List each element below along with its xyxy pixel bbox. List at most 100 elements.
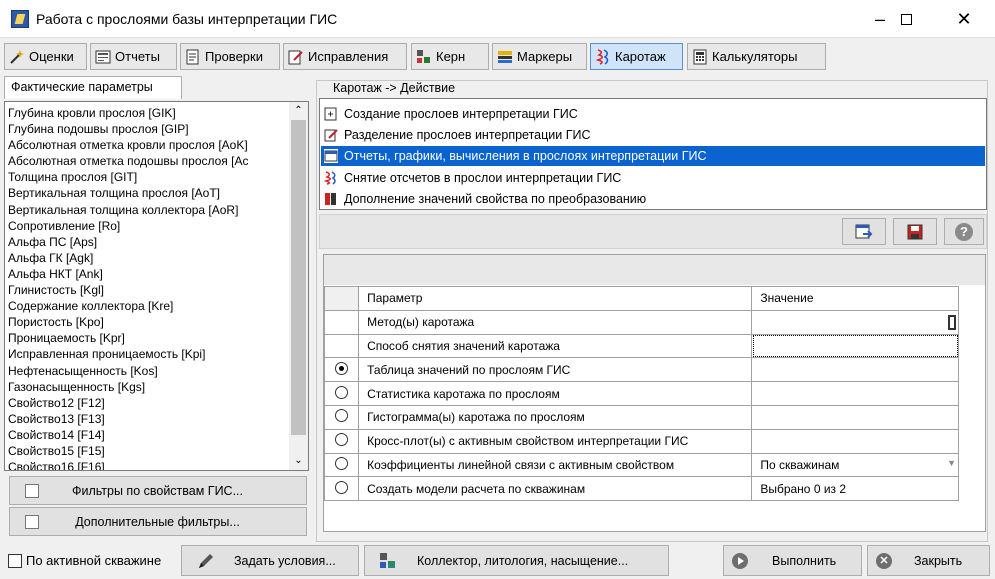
action-item[interactable]: Снятие отсчетов в прослои интерпретации … bbox=[321, 168, 985, 188]
tab-otchety[interactable]: Отчеты bbox=[90, 43, 177, 70]
export-icon bbox=[855, 224, 873, 238]
list-item[interactable]: Абсолютная отметка кровли прослоя [AoK] bbox=[8, 137, 248, 153]
actions-listbox[interactable]: Создание прослоев интерпретации ГИС Разде… bbox=[319, 98, 987, 210]
value-cell[interactable] bbox=[751, 381, 959, 406]
extra-filters-button[interactable]: Дополнительные фильтры... bbox=[9, 507, 307, 536]
row-selector[interactable] bbox=[323, 476, 360, 502]
action-item[interactable]: Создание прослоев интерпретации ГИС bbox=[321, 104, 985, 124]
list-item[interactable]: Глинистость [Kgl] bbox=[8, 282, 248, 298]
row-selector[interactable] bbox=[323, 452, 360, 478]
tab-actual-params[interactable]: Фактические параметры bbox=[4, 76, 182, 99]
tab-markery[interactable]: Маркеры bbox=[492, 43, 587, 70]
active-well-checkbox[interactable]: По активной скважине bbox=[8, 553, 161, 568]
value-cell[interactable] bbox=[751, 309, 959, 335]
action-item[interactable]: Дополнение значений свойства по преобраз… bbox=[321, 189, 985, 209]
param-cell: Статистика каротажа по прослоям bbox=[358, 381, 753, 406]
tab-kern[interactable]: Керн bbox=[411, 43, 489, 70]
tab-karotazh[interactable]: Каротаж bbox=[590, 43, 683, 70]
list-item[interactable]: Нефтенасыщенность [Kos] bbox=[8, 363, 248, 379]
row-selector[interactable] bbox=[323, 404, 360, 430]
help-button[interactable]: ? bbox=[944, 218, 984, 245]
tab-proverki[interactable]: Проверки bbox=[180, 43, 280, 70]
cancel-icon: ✕ bbox=[876, 552, 892, 569]
list-item[interactable]: Свойство15 [F15] bbox=[8, 443, 248, 459]
table-row[interactable]: Гистограмма(ы) каротажа по прослоям bbox=[323, 404, 959, 430]
row-selector bbox=[323, 309, 360, 335]
row-selector[interactable] bbox=[323, 381, 360, 406]
radio-button[interactable] bbox=[335, 385, 349, 399]
list-item[interactable]: Свойство14 [F14] bbox=[8, 427, 248, 443]
params-table: Параметр Значение Метод(ы) каротажа Спосо… bbox=[323, 286, 959, 502]
list-item[interactable]: Толщина прослоя [GIT] bbox=[8, 169, 248, 185]
markers-icon bbox=[497, 49, 513, 65]
collector-button[interactable]: Коллектор, литология, насыщение... bbox=[364, 545, 669, 576]
table-row[interactable]: Кросс-плот(ы) с активным свойством интер… bbox=[323, 428, 959, 454]
action-item[interactable]: Отчеты, графики, вычисления в прослоях и… bbox=[321, 146, 985, 167]
maximize-button[interactable] bbox=[883, 0, 929, 38]
radio-button[interactable] bbox=[335, 480, 349, 494]
value-cell[interactable] bbox=[751, 357, 959, 383]
value-cell[interactable]: Выбрано 0 из 2 bbox=[751, 476, 959, 502]
row-selector[interactable] bbox=[323, 428, 360, 454]
close-window-button[interactable]: ✕ bbox=[941, 0, 987, 38]
scroll-up-icon[interactable]: ⌃ bbox=[289, 102, 308, 119]
tab-ispravleniya[interactable]: Исправления bbox=[283, 43, 407, 70]
ellipsis-button-icon[interactable] bbox=[948, 314, 956, 330]
header-corner bbox=[323, 286, 360, 311]
list-item[interactable]: Пористость [Kpo] bbox=[8, 314, 248, 330]
radio-button[interactable] bbox=[335, 456, 349, 470]
dropdown-arrow-icon[interactable]: ▼ bbox=[947, 458, 956, 468]
value-cell[interactable]: По скважинам ▼ bbox=[751, 452, 959, 478]
logging-curve-icon bbox=[323, 170, 338, 185]
table-row[interactable]: Статистика каротажа по прослоям bbox=[323, 381, 959, 406]
save-button[interactable] bbox=[893, 218, 937, 245]
params-listbox[interactable]: Глубина кровли прослоя [GIK] Глубина подо… bbox=[4, 101, 309, 471]
scroll-down-icon[interactable]: ⌄ bbox=[289, 452, 308, 469]
action-group-caption: Каротаж -> Действие bbox=[330, 81, 459, 95]
list-item[interactable]: Свойство13 [F13] bbox=[8, 411, 248, 427]
value-cell[interactable] bbox=[751, 428, 959, 454]
list-item[interactable]: Газонасыщенность [Kgs] bbox=[8, 379, 248, 395]
radio-button[interactable] bbox=[335, 409, 349, 423]
list-item[interactable]: Вертикальная толщина коллектора [AoR] bbox=[8, 202, 248, 218]
list-item[interactable]: Исправленная проницаемость [Kpi] bbox=[8, 346, 248, 362]
radio-button[interactable] bbox=[335, 361, 349, 375]
export-button[interactable] bbox=[842, 218, 886, 245]
close-button[interactable]: ✕ Закрыть bbox=[867, 545, 990, 576]
set-conditions-button[interactable]: Задать условия... bbox=[181, 545, 359, 576]
param-cell: Таблица значений по прослоям ГИС bbox=[358, 357, 753, 383]
list-item[interactable]: Альфа НКТ [Ank] bbox=[8, 266, 248, 282]
value-cell[interactable] bbox=[751, 333, 959, 359]
list-item[interactable]: Свойство16 [F16] bbox=[8, 459, 248, 470]
list-item[interactable]: Альфа ГК [Agk] bbox=[8, 250, 248, 266]
table-row[interactable]: Таблица значений по прослоям ГИС bbox=[323, 357, 959, 383]
tab-kalkulyatory[interactable]: Калькуляторы bbox=[687, 43, 826, 70]
list-item[interactable]: Абсолютная отметка подошвы прослоя [Ac bbox=[8, 153, 248, 169]
run-button[interactable]: Выполнить bbox=[723, 545, 862, 576]
tab-otsenki[interactable]: Оценки bbox=[4, 43, 87, 70]
list-item[interactable]: Альфа ПС [Aps] bbox=[8, 234, 248, 250]
split-icon bbox=[324, 128, 338, 143]
table-row[interactable]: Коэффициенты линейной связи с активным с… bbox=[323, 452, 959, 478]
action-item[interactable]: Разделение прослоев интерпретации ГИС bbox=[321, 125, 985, 145]
list-item[interactable]: Глубина кровли прослоя [GIK] bbox=[8, 105, 248, 121]
list-item[interactable]: Содержание коллектора [Kre] bbox=[8, 298, 248, 314]
table-row[interactable]: Способ снятия значений каротажа bbox=[323, 333, 959, 359]
list-item[interactable]: Сопротивление [Ro] bbox=[8, 218, 248, 234]
list-item[interactable]: Глубина подошвы прослоя [GIP] bbox=[8, 121, 248, 137]
action-label: Снятие отсчетов в прослои интерпретации … bbox=[344, 170, 622, 185]
vertical-scrollbar[interactable]: ⌃ ⌄ bbox=[289, 102, 308, 470]
list-item[interactable]: Вертикальная толщина прослоя [AoT] bbox=[8, 185, 248, 201]
table-row[interactable]: Метод(ы) каротажа bbox=[323, 309, 959, 335]
list-item[interactable]: Свойство12 [F12] bbox=[8, 395, 248, 411]
row-selector[interactable] bbox=[323, 357, 360, 383]
value-cell[interactable] bbox=[751, 404, 959, 430]
filter-gis-button[interactable]: Фильтры по свойствам ГИС... bbox=[9, 476, 307, 505]
check-doc-icon bbox=[185, 49, 201, 65]
table-row[interactable]: Создать модели расчета по скважинам Выбра… bbox=[323, 476, 959, 502]
maximize-icon bbox=[900, 13, 912, 25]
scroll-thumb[interactable] bbox=[291, 120, 306, 435]
set-conditions-label: Задать условия... bbox=[234, 553, 336, 568]
list-item[interactable]: Проницаемость [Kpr] bbox=[8, 330, 248, 346]
radio-button[interactable] bbox=[335, 433, 349, 447]
